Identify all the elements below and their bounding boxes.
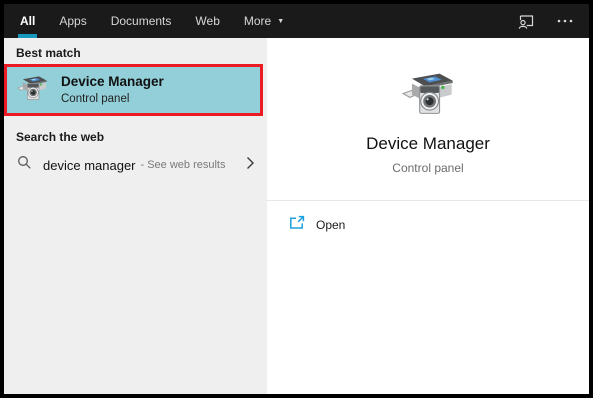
search-results-area: Best match: [4, 38, 589, 394]
topbar-spacer: [306, 4, 518, 38]
result-title: Device Manager: [61, 73, 164, 90]
tab-all-label: All: [20, 14, 35, 28]
search-web-header: Search the web: [16, 130, 267, 144]
suggestion-hint: - See web results: [141, 159, 226, 171]
tab-more-label: More: [244, 14, 271, 28]
best-match-header: Best match: [16, 46, 267, 60]
best-match-text: Device Manager Control panel: [61, 73, 164, 107]
open-label: Open: [316, 218, 345, 232]
open-action[interactable]: Open: [267, 201, 589, 235]
filter-tabs: All Apps Documents Web More ▼: [18, 4, 306, 38]
account-icon[interactable]: [518, 13, 535, 29]
tab-web-label: Web: [195, 14, 219, 28]
tab-more[interactable]: More ▼: [242, 4, 286, 38]
results-panel: Best match: [4, 38, 267, 394]
tab-documents[interactable]: Documents: [109, 4, 174, 38]
web-search-suggestion[interactable]: device manager - See web results: [4, 148, 267, 182]
preview-subtitle: Control panel: [392, 161, 463, 175]
open-in-new-icon: [289, 215, 305, 235]
preview-title: Device Manager: [366, 134, 490, 154]
suggestion-query: device manager: [43, 158, 136, 173]
tab-web[interactable]: Web: [193, 4, 221, 38]
device-manager-icon: [402, 70, 455, 122]
chevron-down-icon: ▼: [277, 18, 284, 25]
search-icon: [17, 155, 32, 175]
preview-panel: Device Manager Control panel Open: [267, 38, 589, 394]
best-match-result[interactable]: Device Manager Control panel: [4, 64, 263, 116]
chevron-right-icon[interactable]: [246, 156, 255, 175]
tab-apps-label: Apps: [59, 14, 86, 28]
tab-apps[interactable]: Apps: [57, 4, 88, 38]
device-manager-icon: [17, 74, 48, 107]
tab-documents-label: Documents: [111, 14, 172, 28]
topbar-icons: [518, 4, 573, 38]
result-subtitle: Control panel: [61, 92, 164, 107]
search-filter-bar: All Apps Documents Web More ▼: [4, 4, 589, 38]
search-flyout-window: All Apps Documents Web More ▼: [0, 0, 593, 398]
tab-all[interactable]: All: [18, 4, 37, 38]
more-options-icon[interactable]: [557, 19, 573, 23]
